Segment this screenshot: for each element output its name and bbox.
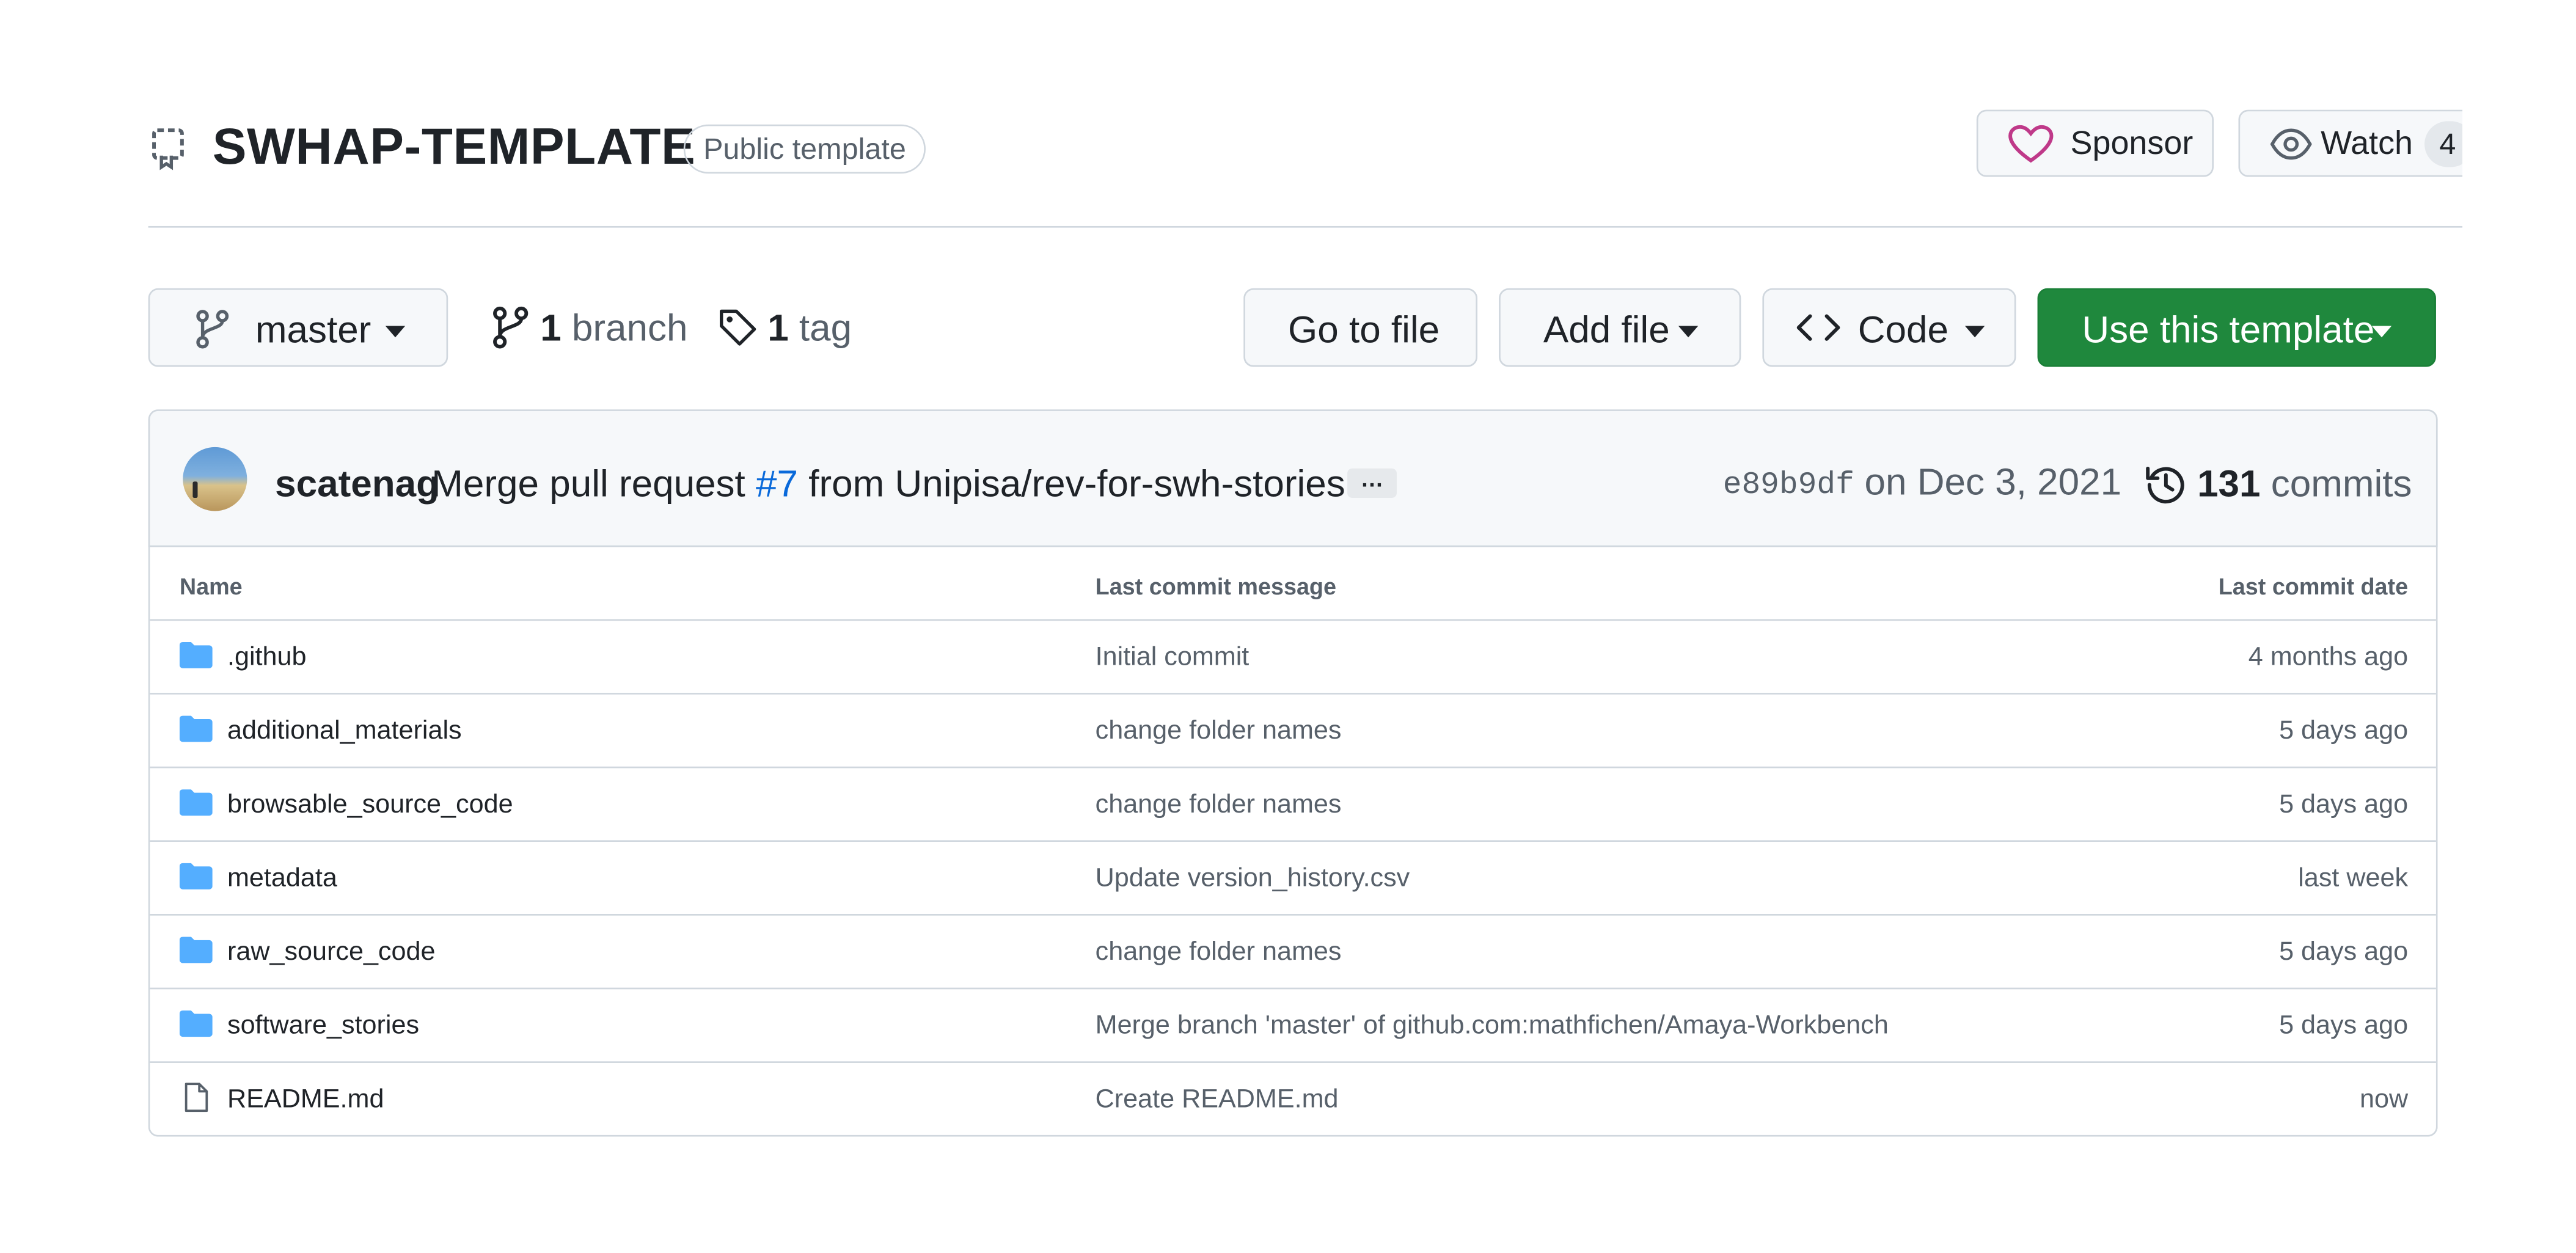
visibility-badge: Public template: [683, 124, 926, 174]
branch-select-button[interactable]: master: [148, 288, 448, 367]
column-header-date: Last commit date: [2218, 573, 2409, 600]
file-commit-date: now: [2359, 1086, 2409, 1114]
repo-template-icon: [152, 128, 184, 170]
commit-author[interactable]: scatenag: [275, 462, 439, 506]
file-name[interactable]: browsable_source_code: [227, 791, 513, 820]
file-name[interactable]: additional_materials: [227, 717, 462, 747]
add-file-label: Add file: [1543, 308, 1670, 351]
latest-commit-bar: scatenag Merge pull request #7 from Unip…: [148, 409, 2438, 547]
file-commit-message[interactable]: Update version_history.csv: [1096, 865, 1410, 894]
folder-icon: [179, 789, 213, 816]
branches-count: 1: [540, 306, 562, 349]
go-to-file-button[interactable]: Go to file: [1243, 288, 1478, 367]
commit-message-prefix: Merge pull request: [431, 462, 745, 505]
table-row[interactable]: metadata Update version_history.csv last…: [150, 842, 2436, 916]
watch-count: 4: [2424, 121, 2463, 167]
tags-label: tag: [799, 306, 852, 349]
table-header: Name Last commit message Last commit dat…: [150, 546, 2436, 621]
file-commit-date: 4 months ago: [2248, 643, 2409, 672]
repo-header: SWHAP-TEMPLATE Public template Sponsor W…: [148, 101, 2463, 228]
folder-icon: [179, 1010, 213, 1037]
file-table: Name Last commit message Last commit dat…: [148, 545, 2438, 1137]
table-row[interactable]: browsable_source_code change folder name…: [150, 768, 2436, 842]
table-row[interactable]: raw_source_code change folder names 5 da…: [150, 916, 2436, 990]
file-commit-message[interactable]: Create README.md: [1096, 1086, 1339, 1116]
tag-icon: [720, 309, 756, 346]
commit-sha[interactable]: e89b9df: [1723, 467, 1854, 503]
file-name[interactable]: software_stories: [227, 1012, 419, 1042]
code-button[interactable]: Code: [1762, 288, 2016, 367]
code-label: Code: [1857, 308, 1948, 351]
repo-page: SWHAP-TEMPLATE Public template Sponsor W…: [0, 0, 2576, 1253]
chevron-down-icon: [2371, 326, 2392, 338]
file-commit-date: 5 days ago: [2279, 717, 2409, 745]
file-commit-message[interactable]: change folder names: [1096, 791, 1342, 820]
branches-label: branch: [571, 306, 688, 349]
folder-icon: [179, 863, 213, 890]
code-icon: [1796, 314, 1840, 341]
commits-link[interactable]: 131 commits: [2197, 462, 2412, 506]
table-row[interactable]: README.md Create README.md now: [150, 1063, 2436, 1135]
sponsor-button[interactable]: Sponsor: [1976, 109, 2214, 177]
column-header-name: Name: [179, 573, 243, 600]
pull-request-link[interactable]: #7: [756, 462, 798, 505]
watch-button[interactable]: Watch 4: [2238, 109, 2463, 177]
expand-commit-button[interactable]: …: [1347, 467, 1397, 499]
commits-label: commits: [2270, 462, 2412, 505]
file-commit-message[interactable]: Initial commit: [1096, 644, 1250, 673]
file-name[interactable]: .github: [227, 644, 307, 673]
folder-icon: [179, 641, 213, 668]
file-commit-date: 5 days ago: [2279, 791, 2409, 819]
branch-name: master: [255, 308, 371, 351]
file-name[interactable]: README.md: [227, 1086, 384, 1116]
commits-count: 131: [2197, 462, 2261, 505]
file-commit-message[interactable]: change folder names: [1096, 938, 1342, 968]
file-commit-message[interactable]: change folder names: [1096, 717, 1342, 747]
column-header-message: Last commit message: [1095, 573, 1337, 600]
history-icon: [2146, 466, 2184, 504]
table-row[interactable]: additional_materials change folder names…: [150, 695, 2436, 769]
chevron-down-icon: [385, 326, 406, 338]
sponsor-label: Sponsor: [2070, 126, 2194, 163]
folder-icon: [179, 937, 213, 963]
file-commit-date: 5 days ago: [2279, 938, 2409, 966]
use-template-label: Use this template: [2082, 308, 2375, 351]
commit-message-suffix: from Unipisa/rev-for-swh-stories: [808, 462, 1345, 505]
file-commit-message[interactable]: Merge branch 'master' of github.com:math…: [1096, 1012, 1889, 1042]
use-template-button[interactable]: Use this template: [2037, 288, 2436, 367]
file-name[interactable]: raw_source_code: [227, 938, 435, 968]
go-to-file-label: Go to file: [1288, 308, 1440, 351]
chevron-down-icon: [1964, 326, 1985, 338]
file-icon: [185, 1083, 208, 1112]
repo-name[interactable]: SWHAP-TEMPLATE: [213, 118, 696, 177]
avatar[interactable]: [183, 447, 247, 511]
tags-count: 1: [767, 306, 789, 349]
chevron-down-icon: [1678, 326, 1699, 338]
add-file-button[interactable]: Add file: [1499, 288, 1741, 367]
git-branch-icon: [493, 306, 529, 349]
table-row[interactable]: software_stories Merge branch 'master' o…: [150, 989, 2436, 1063]
file-commit-date: last week: [2298, 864, 2409, 893]
watch-label: Watch: [2321, 126, 2413, 163]
file-name[interactable]: metadata: [227, 865, 337, 894]
folder-icon: [179, 715, 213, 742]
commit-date: on Dec 3, 2021: [1864, 460, 2122, 503]
commit-message[interactable]: Merge pull request #7 from Unipisa/rev-f…: [431, 462, 1345, 506]
git-branch-icon: [196, 310, 229, 349]
table-row[interactable]: .github Initial commit 4 months ago: [150, 621, 2436, 695]
eye-icon: [2270, 128, 2312, 160]
heart-icon: [2008, 125, 2054, 163]
file-commit-date: 5 days ago: [2279, 1012, 2409, 1040]
watch-button-clip: Watch 4: [2238, 109, 2463, 177]
